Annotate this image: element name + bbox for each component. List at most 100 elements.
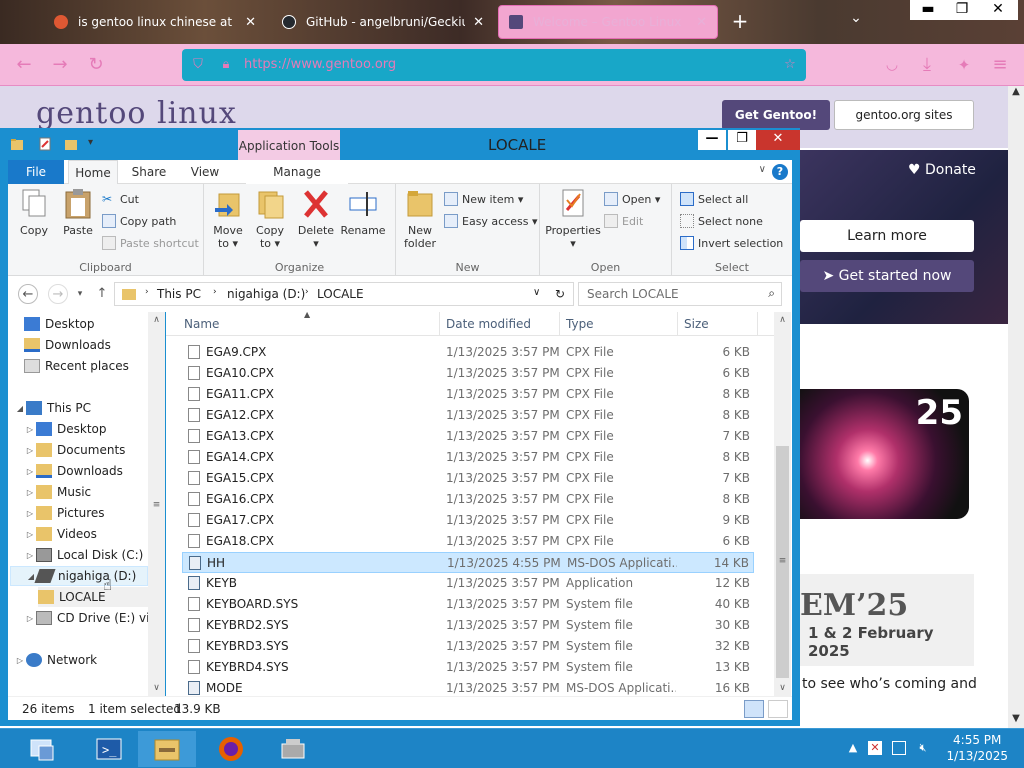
nav-item-local-disk[interactable]: ▷ Local Disk (C:): [24, 545, 143, 565]
new-item-button[interactable]: New item ▾: [444, 192, 523, 206]
search-input[interactable]: Search LOCALE ⌕: [578, 282, 782, 306]
url-text[interactable]: https://www.gentoo.org: [244, 57, 396, 72]
column-name[interactable]: Name: [178, 312, 440, 336]
get-gentoo-button[interactable]: Get Gentoo!: [722, 100, 830, 130]
scroll-down-icon[interactable]: ▼: [1008, 713, 1024, 729]
nav-item-pictures[interactable]: ▷ Pictures: [24, 503, 105, 523]
scroll-down-icon[interactable]: ∨: [774, 680, 791, 696]
back-icon[interactable]: ←: [18, 284, 38, 304]
up-icon[interactable]: ↑: [92, 284, 112, 304]
rename-button[interactable]: Rename: [340, 188, 386, 237]
nav-item-cd-drive[interactable]: ▷ CD Drive (E:) virti: [24, 608, 148, 628]
file-row[interactable]: EGA18.CPX 1/13/2025 3:57 PM CPX File 6 KB: [182, 531, 754, 552]
collapse-icon[interactable]: ◢: [14, 404, 26, 413]
crumb-this-pc[interactable]: This PC: [157, 287, 201, 301]
action-center-icon[interactable]: ✕: [868, 741, 882, 755]
file-explorer-button[interactable]: [138, 731, 196, 767]
easy-access-button[interactable]: Easy access ▾: [444, 214, 538, 228]
copy-to-button[interactable]: Copy to ▾: [250, 188, 290, 250]
close-tab-icon[interactable]: ✕: [473, 15, 484, 30]
maximize-button[interactable]: ❐: [728, 130, 756, 150]
expand-icon[interactable]: ▷: [24, 446, 36, 455]
file-list-scrollbar[interactable]: ∧ ≡ ∨: [774, 312, 791, 696]
file-row[interactable]: EGA15.CPX 1/13/2025 3:57 PM CPX File 7 KB: [182, 468, 754, 489]
nav-item-this-pc[interactable]: ◢ This PC: [14, 398, 91, 418]
firefox-button[interactable]: [202, 731, 260, 767]
file-row[interactable]: EGA16.CPX 1/13/2025 3:57 PM CPX File 8 KB: [182, 489, 754, 510]
nav-item-documents[interactable]: ▷ Documents: [24, 440, 125, 460]
file-row[interactable]: HH 1/13/2025 4:55 PM MS-DOS Applicati... 14…: [182, 552, 754, 573]
network-tray-icon[interactable]: [892, 741, 906, 755]
extensions-icon[interactable]: ✦: [952, 53, 976, 77]
file-row[interactable]: EGA13.CPX 1/13/2025 3:57 PM CPX File 7 KB: [182, 426, 754, 447]
column-size[interactable]: Size: [678, 312, 758, 336]
nav-item-recent-places[interactable]: Recent places: [24, 356, 129, 376]
refresh-icon[interactable]: ↻: [555, 287, 565, 301]
file-row[interactable]: EGA9.CPX 1/13/2025 3:57 PM CPX File 6 KB: [182, 342, 754, 363]
ribbon-collapse-icon[interactable]: ∨: [759, 164, 766, 175]
file-row[interactable]: EGA14.CPX 1/13/2025 3:57 PM CPX File 8 KB: [182, 447, 754, 468]
expand-icon[interactable]: ▷: [24, 509, 36, 518]
new-folder-button[interactable]: New folder: [400, 188, 440, 250]
nav-pane-scrollbar[interactable]: ∧ ≡ ∨: [148, 312, 165, 696]
close-button[interactable]: ✕: [756, 130, 800, 150]
address-dropdown-icon[interactable]: ∨: [533, 287, 540, 298]
nav-item-locale[interactable]: LOCALE: [38, 587, 148, 607]
cut-button[interactable]: ✂ Cut: [102, 192, 139, 206]
gentoo-sites-dropdown[interactable]: gentoo.org sites: [834, 100, 974, 130]
new-folder-icon[interactable]: [64, 137, 78, 151]
file-row[interactable]: EGA11.CPX 1/13/2025 3:57 PM CPX File 8 KB: [182, 384, 754, 405]
forward-icon[interactable]: →: [48, 284, 68, 304]
lock-icon[interactable]: 🔒︎: [218, 57, 234, 73]
tab-duckduckgo[interactable]: is gentoo linux chinese at Duck ✕: [44, 5, 266, 39]
tab-home[interactable]: Home: [68, 160, 118, 184]
tab-file[interactable]: File: [8, 160, 64, 184]
customize-qat-icon[interactable]: ▾: [88, 137, 102, 151]
pocket-icon[interactable]: ◡: [880, 53, 904, 77]
file-row[interactable]: KEYBRD3.SYS 1/13/2025 3:57 PM System file 3…: [182, 636, 754, 657]
invert-selection-button[interactable]: Invert selection: [680, 236, 783, 250]
file-row[interactable]: EGA17.CPX 1/13/2025 3:57 PM CPX File 9 KB: [182, 510, 754, 531]
url-bar[interactable]: ⛉ 🔒︎ https://www.gentoo.org ☆: [182, 49, 806, 81]
file-row[interactable]: KEYBOARD.SYS 1/13/2025 3:57 PM System file…: [182, 594, 754, 615]
file-row[interactable]: EGA12.CPX 1/13/2025 3:57 PM CPX File 8 KB: [182, 405, 754, 426]
expand-icon[interactable]: ▷: [14, 656, 26, 665]
move-to-button[interactable]: Move to ▾: [208, 188, 248, 250]
forward-icon[interactable]: →: [48, 53, 72, 77]
paste-shortcut-button[interactable]: Paste shortcut: [102, 236, 199, 250]
expand-icon[interactable]: ▷: [24, 467, 36, 476]
open-button[interactable]: Open ▾: [604, 192, 660, 206]
tab-github[interactable]: GitHub - angelbruni/Geckium ✕: [272, 5, 494, 39]
clock[interactable]: 4:55 PM 1/13/2025: [946, 732, 1008, 764]
copy-path-button[interactable]: Copy path: [102, 214, 176, 228]
file-row[interactable]: KEYBRD2.SYS 1/13/2025 3:57 PM System file 3…: [182, 615, 754, 636]
powershell-button[interactable]: >_: [80, 731, 138, 767]
paste-button[interactable]: Paste: [58, 188, 98, 237]
reload-icon[interactable]: ↻: [84, 53, 108, 77]
properties-icon[interactable]: [38, 137, 52, 151]
fosdem-fireworks-image[interactable]: 25: [800, 389, 969, 519]
get-started-button[interactable]: ➤ Get started now: [800, 260, 974, 292]
volume-muted-icon[interactable]: 🔇︎: [916, 741, 930, 755]
close-tab-icon[interactable]: ✕: [696, 15, 707, 30]
close-window-button[interactable]: ✕: [978, 0, 1018, 20]
nav-item-music[interactable]: ▷ Music: [24, 482, 91, 502]
scroll-up-icon[interactable]: ∧: [774, 312, 791, 328]
column-date-modified[interactable]: Date modified: [440, 312, 560, 336]
properties-button[interactable]: Properties ▾: [544, 188, 602, 250]
search-icon[interactable]: ⌕: [768, 286, 775, 301]
scroll-up-icon[interactable]: ▲: [1008, 86, 1024, 102]
new-tab-button[interactable]: +: [729, 10, 751, 32]
bookmark-star-icon[interactable]: ☆: [782, 57, 798, 73]
gentoo-logo[interactable]: gentoo linux: [36, 96, 237, 131]
edit-button[interactable]: Edit: [604, 214, 643, 228]
maximize-button[interactable]: ❐: [944, 0, 980, 20]
select-all-button[interactable]: Select all: [680, 192, 748, 206]
nav-item-videos[interactable]: ▷ Videos: [24, 524, 97, 544]
page-scrollbar[interactable]: ▲ ▼: [1008, 86, 1024, 729]
file-row[interactable]: EGA10.CPX 1/13/2025 3:57 PM CPX File 6 KB: [182, 363, 754, 384]
select-none-button[interactable]: Select none: [680, 214, 763, 228]
help-icon[interactable]: ?: [772, 164, 788, 180]
expand-icon[interactable]: ▷: [24, 614, 36, 623]
expand-icon[interactable]: ▷: [24, 551, 36, 560]
